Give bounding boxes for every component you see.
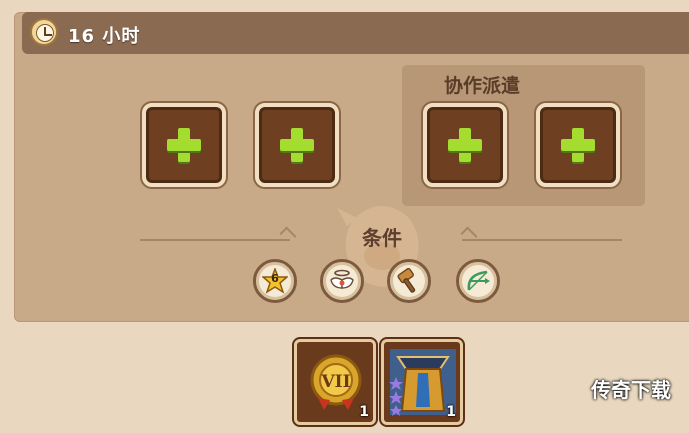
bow-icon	[467, 270, 490, 291]
cooperation-slot-2[interactable]	[536, 103, 620, 187]
duration-text: 16 小时	[68, 26, 141, 47]
svg-text:VII: VII	[320, 372, 350, 392]
reward-count: 1	[446, 404, 456, 420]
reward-count: 1	[359, 404, 369, 420]
dispatch-slot-1[interactable]	[142, 103, 226, 187]
condition-angel-badge[interactable]	[320, 259, 364, 303]
reward-item-medal[interactable]: VII 1	[294, 339, 376, 425]
reward-item-armor[interactable]: 1	[381, 339, 463, 425]
plus-icon	[167, 128, 201, 162]
condition-star-badge[interactable]: 6	[253, 259, 297, 303]
star-level-value: 6	[271, 272, 279, 285]
site-watermark: 传奇下载	[591, 378, 671, 402]
plus-icon	[448, 128, 482, 162]
condition-hammer-badge[interactable]	[387, 259, 431, 303]
divider-right	[462, 239, 622, 241]
conditions-label: 条件	[362, 226, 402, 250]
plus-icon	[561, 128, 595, 162]
dispatch-slot-2[interactable]	[255, 103, 339, 187]
hammer-icon	[397, 268, 416, 293]
clock-icon	[30, 18, 58, 46]
cooperation-slot-1[interactable]	[423, 103, 507, 187]
cooperation-title: 协作派遣	[443, 75, 520, 97]
divider-left	[140, 239, 290, 241]
plus-icon	[280, 128, 314, 162]
angel-wings-icon	[330, 269, 354, 289]
condition-bow-badge[interactable]	[456, 259, 500, 303]
